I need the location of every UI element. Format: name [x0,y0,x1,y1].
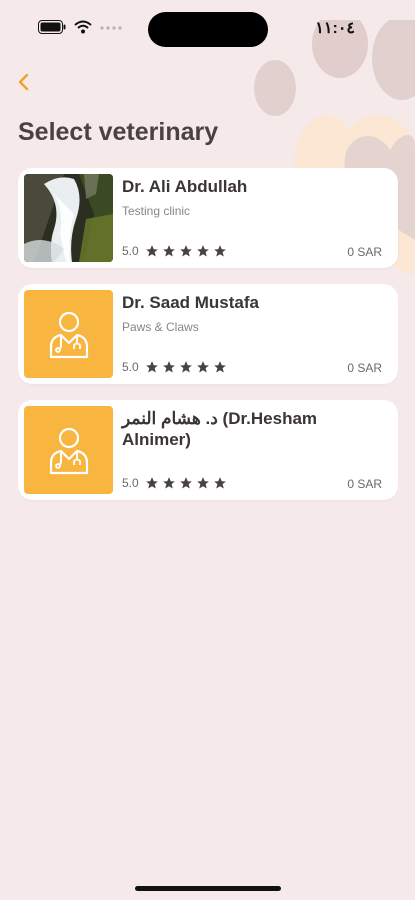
vet-name: Dr. Saad Mustafa [122,293,259,312]
vet-price: 0 SAR [347,477,382,491]
vet-name: د. هشام النمر (Dr.Hesham Alnimer) [122,409,318,449]
home-indicator [135,886,281,891]
doctor-icon [49,311,88,359]
vet-list: Dr. Ali Abdullah Testing clinic 5.0 0 SA… [18,168,398,516]
cellular-signal-icon [100,26,122,30]
star-icon [213,477,226,489]
vet-price: 0 SAR [347,361,382,375]
star-icon [179,361,192,373]
rating-value: 5.0 [122,244,139,258]
vet-card[interactable]: Dr. Ali Abdullah Testing clinic 5.0 0 SA… [18,168,398,268]
star-icon [145,245,158,257]
star-icon [162,477,175,489]
star-icon [213,245,226,257]
vet-price: 0 SAR [347,245,382,259]
star-icon [196,245,209,257]
vet-card[interactable]: Dr. Saad Mustafa Paws & Claws 5.0 0 SAR [18,284,398,384]
vet-name: Dr. Ali Abdullah [122,177,248,196]
vet-card[interactable]: د. هشام النمر (Dr.Hesham Alnimer) 5.0 0 … [18,400,398,500]
vet-clinic: Paws & Claws [122,320,199,334]
star-icon [179,477,192,489]
vet-rating: 5.0 [122,360,227,374]
waterfall-photo [24,174,113,262]
vet-avatar-placeholder [24,406,113,494]
rating-value: 5.0 [122,360,139,374]
star-icon [162,245,175,257]
star-rating [145,476,227,490]
dynamic-island [148,12,268,47]
star-icon [162,361,175,373]
vet-rating: 5.0 [122,476,227,490]
vet-avatar-placeholder [24,290,113,378]
star-icon [145,361,158,373]
vet-rating: 5.0 [122,244,227,258]
status-bar: ١١:٠٤ [0,0,415,58]
star-icon [145,477,158,489]
star-rating [145,244,227,258]
star-icon [213,361,226,373]
battery-icon [38,20,66,34]
chevron-left-icon [18,73,29,91]
vet-avatar-photo [24,174,113,262]
rating-value: 5.0 [122,476,139,490]
status-time: ١١:٠٤ [315,20,355,37]
page-title: Select veterinary [18,118,219,146]
back-button[interactable] [10,68,38,96]
star-icon [196,477,209,489]
wifi-icon [74,20,92,34]
doctor-icon [49,427,88,475]
status-icons [38,20,122,34]
vet-clinic: Testing clinic [122,204,191,218]
star-rating [145,360,227,374]
star-icon [196,361,209,373]
star-icon [179,245,192,257]
